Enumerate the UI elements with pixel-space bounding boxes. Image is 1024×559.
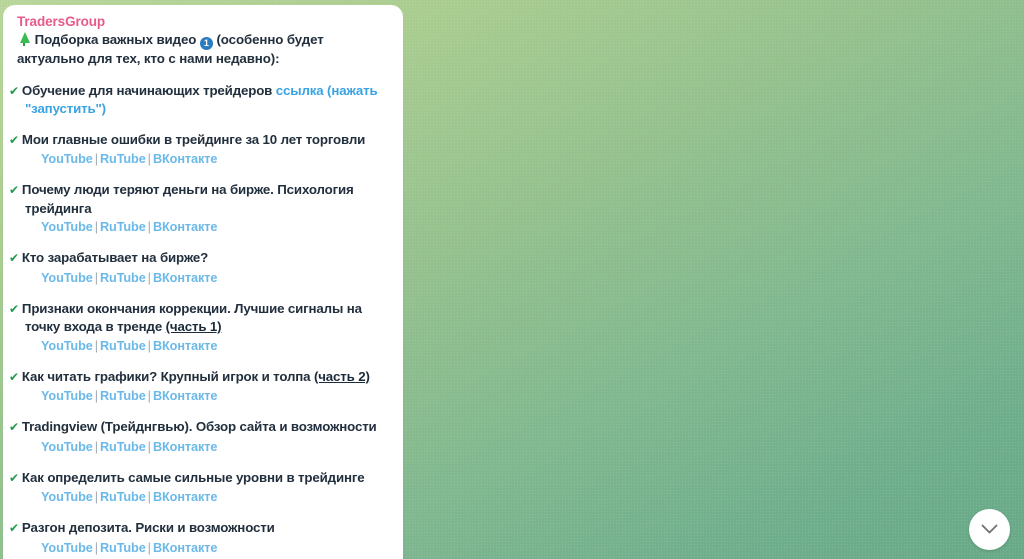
- video-item-title: ✔ Как определить самые сильные уровни в т…: [9, 469, 389, 488]
- video-link-youtube[interactable]: YouTube: [41, 271, 93, 285]
- check-icon: ✔: [9, 83, 19, 98]
- video-item-title-text: Почему люди теряют деньги на бирже. Псих…: [21, 182, 354, 216]
- video-link-youtube[interactable]: YouTube: [41, 152, 93, 166]
- video-item-title-text: Разгон депозита. Риски и возможности: [21, 520, 275, 535]
- video-part-link[interactable]: (часть 1): [166, 319, 222, 334]
- video-link-вконтакте[interactable]: ВКонтакте: [153, 541, 217, 555]
- video-list-item: ✔ Tradingview (Трейднгвью). Обзор сайта и…: [9, 418, 389, 456]
- video-link-rutube[interactable]: RuTube: [100, 339, 146, 353]
- video-list-item: ✔ Почему люди теряют деньги на бирже. Пси…: [9, 181, 389, 236]
- check-icon: ✔: [9, 420, 19, 434]
- check-icon: ✔: [9, 369, 19, 384]
- video-list-item: ✔ Как читать графики? Крупный игрок и тол…: [9, 368, 389, 406]
- chevron-down-icon: [981, 524, 998, 535]
- link-separator: |: [94, 439, 98, 454]
- check-icon: ✔: [9, 470, 19, 485]
- check-icon: ✔: [9, 183, 19, 197]
- link-separator: |: [147, 490, 151, 504]
- video-item-title: ✔ Tradingview (Трейднгвью). Обзор сайта и…: [9, 418, 389, 437]
- video-list-item: ✔ Обучение для начинающих трейдеров ссылк…: [9, 82, 389, 118]
- video-link-rutube[interactable]: RuTube: [100, 389, 146, 403]
- video-item-title-text: Обучение для начинающих трейдеров: [21, 82, 276, 98]
- message-author[interactable]: TradersGroup: [17, 13, 389, 30]
- video-link-вконтакте[interactable]: ВКонтакте: [153, 152, 217, 166]
- link-separator: |: [94, 338, 98, 353]
- video-item-title-text: Кто зарабатывает на бирже?: [21, 250, 209, 265]
- video-part-link[interactable]: (часть 2): [314, 369, 370, 384]
- link-separator: |: [147, 389, 151, 403]
- video-link-rutube[interactable]: RuTube: [100, 220, 146, 234]
- video-list-item: ✔ Разгон депозита. Риски и возможности You…: [9, 519, 389, 557]
- video-link-youtube[interactable]: YouTube: [41, 440, 93, 454]
- link-separator: |: [94, 540, 98, 555]
- video-item-title: ✔ Разгон депозита. Риски и возможности: [9, 519, 389, 538]
- link-separator: |: [94, 389, 98, 403]
- video-link-вконтакте[interactable]: ВКонтакте: [153, 389, 217, 403]
- video-link-youtube[interactable]: YouTube: [41, 541, 93, 555]
- video-link-rutube[interactable]: RuTube: [100, 440, 146, 454]
- video-links-row: YouTube | RuTube | ВКонтакте: [17, 488, 389, 506]
- video-link-вконтакте[interactable]: ВКонтакте: [153, 271, 217, 285]
- video-link-youtube[interactable]: YouTube: [41, 339, 93, 353]
- video-link-вконтакте[interactable]: ВКонтакте: [153, 339, 217, 353]
- check-icon: ✔: [9, 132, 19, 147]
- video-links-row: YouTube | RuTube | ВКонтакте: [17, 438, 389, 456]
- video-links-row: YouTube | RuTube | ВКонтакте: [17, 218, 389, 236]
- link-separator: |: [94, 490, 98, 504]
- video-link-вконтакте[interactable]: ВКонтакте: [153, 220, 217, 234]
- video-item-title: ✔ Почему люди теряют деньги на бирже. Пси…: [9, 181, 389, 217]
- link-separator: |: [147, 338, 151, 353]
- video-item-title: ✔ Признаки окончания коррекции. Лучшие си…: [9, 300, 389, 336]
- check-icon: ✔: [9, 301, 19, 316]
- video-list-item: ✔ Кто зарабатывает на бирже? YouTube | RuTub…: [9, 249, 389, 287]
- video-item-title-text: Как читать графики? Крупный игрок и толп…: [21, 368, 314, 384]
- link-separator: |: [147, 540, 151, 555]
- check-icon: ✔: [9, 521, 19, 535]
- video-link-rutube[interactable]: RuTube: [100, 271, 146, 285]
- video-list-item: ✔ Признаки окончания коррекции. Лучшие си…: [9, 300, 389, 355]
- video-link-youtube[interactable]: YouTube: [41, 220, 93, 234]
- video-link-youtube[interactable]: YouTube: [41, 490, 93, 504]
- check-icon: ✔: [9, 251, 19, 265]
- video-item-title: ✔ Мои главные ошибки в трейдинге за 10 ле…: [9, 131, 389, 150]
- number-one-badge-icon: 1: [199, 37, 213, 50]
- link-separator: |: [94, 152, 98, 166]
- scroll-to-bottom-button[interactable]: [969, 509, 1010, 550]
- link-separator: |: [147, 152, 151, 166]
- video-list-item: ✔ Как определить самые сильные уровни в т…: [9, 469, 389, 507]
- video-list: ✔ Обучение для начинающих трейдеров ссылк…: [9, 82, 389, 559]
- video-link-rutube[interactable]: RuTube: [100, 490, 146, 504]
- video-link-youtube[interactable]: YouTube: [41, 389, 93, 403]
- video-item-title: ✔ Кто зарабатывает на бирже?: [9, 249, 389, 268]
- video-list-item: ✔ Мои главные ошибки в трейдинге за 10 ле…: [9, 131, 389, 169]
- intro-text-before: Подборка важных видео: [34, 32, 197, 47]
- video-item-title: ✔ Как читать графики? Крупный игрок и тол…: [9, 368, 389, 387]
- video-item-title-text: Tradingview (Трейднгвью). Обзор сайта и …: [21, 419, 377, 434]
- video-item-title-text: Мои главные ошибки в трейдинге за 10 лет…: [21, 131, 366, 147]
- tree-icon: [17, 32, 31, 46]
- video-link-вконтакте[interactable]: ВКонтакте: [153, 490, 217, 504]
- video-links-row: YouTube | RuTube | ВКонтакте: [17, 387, 389, 405]
- video-links-row: YouTube | RuTube | ВКонтакте: [17, 269, 389, 287]
- video-item-title-text: Как определить самые сильные уровни в тр…: [21, 469, 365, 485]
- link-separator: |: [147, 270, 151, 285]
- link-separator: |: [147, 220, 151, 234]
- video-links-row: YouTube | RuTube | ВКонтакте: [17, 150, 389, 168]
- video-link-вконтакте[interactable]: ВКонтакте: [153, 440, 217, 454]
- message-intro: Подборка важных видео 1 (особенно будет …: [17, 31, 389, 68]
- video-link-rutube[interactable]: RuTube: [100, 152, 146, 166]
- message-bubble[interactable]: TradersGroup Подборка важных видео 1 (ос…: [3, 5, 403, 559]
- video-links-row: YouTube | RuTube | ВКонтакте: [17, 539, 389, 557]
- video-link-rutube[interactable]: RuTube: [100, 541, 146, 555]
- link-separator: |: [147, 439, 151, 454]
- link-separator: |: [94, 270, 98, 285]
- video-item-title: ✔ Обучение для начинающих трейдеров ссылк…: [9, 82, 389, 118]
- video-links-row: YouTube | RuTube | ВКонтакте: [17, 337, 389, 355]
- link-separator: |: [94, 220, 98, 234]
